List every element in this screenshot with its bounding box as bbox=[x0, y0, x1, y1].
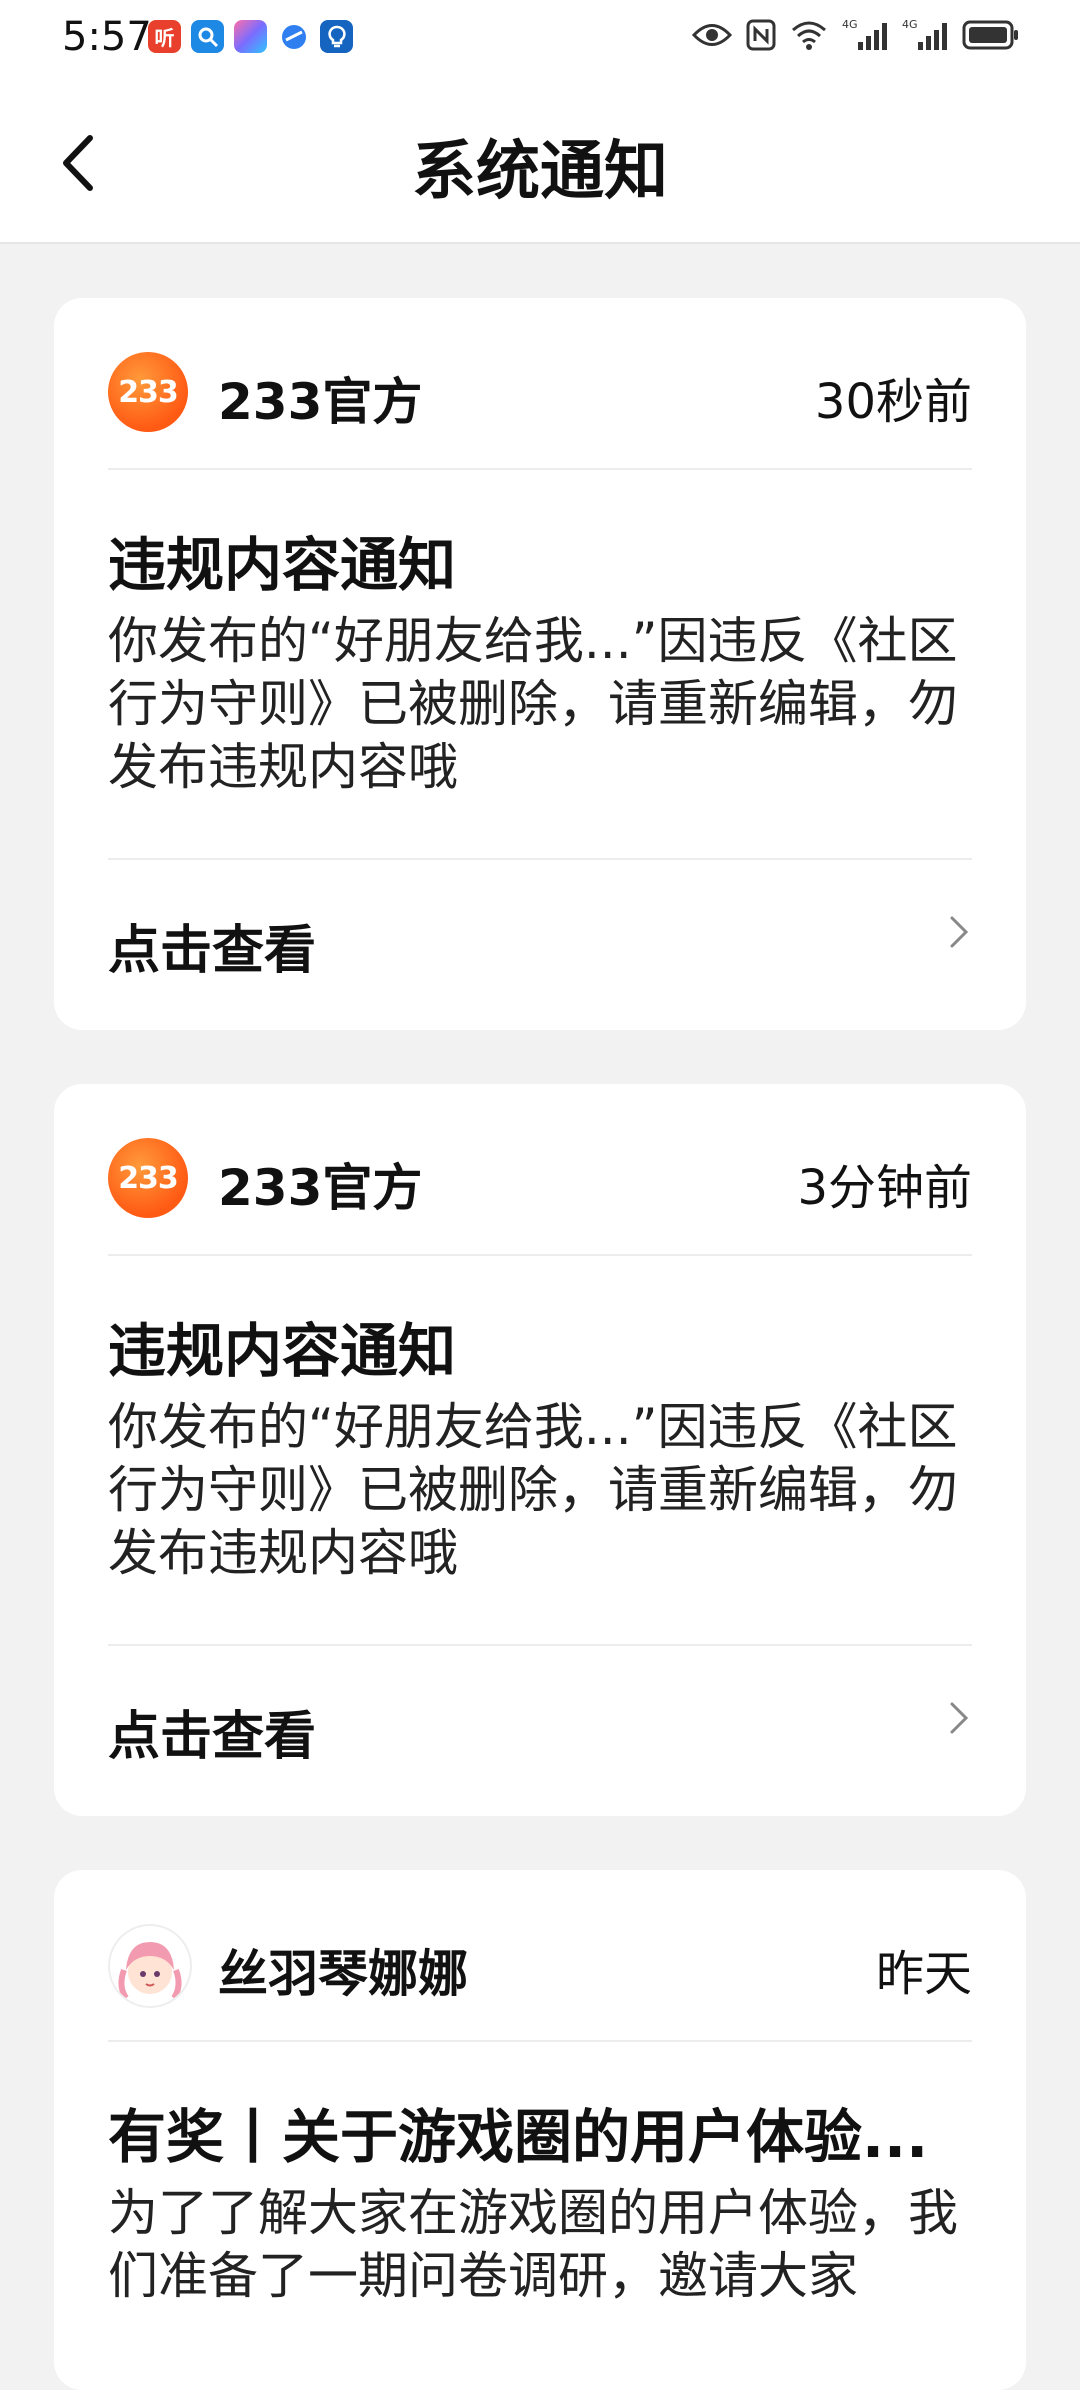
chevron-right-icon[interactable] bbox=[944, 912, 972, 952]
avatar-233-label: 233 bbox=[118, 374, 179, 410]
avatar[interactable] bbox=[108, 1924, 192, 2008]
view-details-link[interactable]: 点击查看 bbox=[108, 1694, 316, 1769]
signal-4g-icon: 4G bbox=[902, 18, 947, 50]
nfc-icon bbox=[746, 19, 776, 51]
card-header: 233 233官方 30秒前 bbox=[108, 298, 972, 470]
nav-header: 系统通知 bbox=[0, 80, 1080, 244]
sender-name[interactable]: 233官方 bbox=[218, 362, 422, 434]
card-header: 233 233官方 3分钟前 bbox=[108, 1084, 972, 1256]
chevron-right-icon[interactable] bbox=[944, 1698, 972, 1738]
divider bbox=[108, 1644, 972, 1646]
avatar-233-label: 233 bbox=[118, 1160, 179, 1196]
ting-app-icon: 听 bbox=[148, 20, 181, 53]
card-header: 丝羽琴娜娜 昨天 bbox=[108, 1870, 972, 2042]
notification-card[interactable]: 丝羽琴娜娜 昨天 有奖丨关于游戏圈的用户体验... 为了了解大家在游戏圈的用户体… bbox=[54, 1870, 1026, 2390]
timestamp: 昨天 bbox=[875, 1946, 972, 2002]
svg-text:4G: 4G bbox=[902, 18, 918, 31]
anime-avatar-icon bbox=[118, 1942, 182, 2000]
message-body: 你发布的“好朋友给我...”因违反《社区行为守则》已被删除，请重新编辑，勿发布违… bbox=[108, 612, 958, 796]
status-time: 5:57 bbox=[62, 14, 152, 60]
status-app-icons: 听 bbox=[148, 20, 353, 53]
battery-icon bbox=[962, 20, 1018, 50]
message-title: 违规内容通知 bbox=[108, 1317, 457, 1385]
message-title: 有奖丨关于游戏圈的用户体验... bbox=[108, 2103, 929, 2171]
avatar[interactable]: 233 bbox=[108, 1138, 188, 1218]
avatar[interactable]: 233 bbox=[108, 352, 188, 432]
message-body: 为了了解大家在游戏圈的用户体验，我们准备了一期问卷调研，邀请大家 bbox=[108, 2184, 958, 2305]
status-bar: 5:57 听 4G 4G bbox=[0, 0, 1080, 80]
sender-name[interactable]: 丝羽琴娜娜 bbox=[218, 1934, 468, 2006]
notification-card[interactable]: 233 233官方 30秒前 违规内容通知 你发布的“好朋友给我...”因违反《… bbox=[54, 298, 1026, 1030]
view-details-link[interactable]: 点击查看 bbox=[108, 908, 316, 983]
page-title: 系统通知 bbox=[412, 135, 668, 209]
sender-name[interactable]: 233官方 bbox=[218, 1148, 422, 1220]
message-body: 你发布的“好朋友给我...”因违反《社区行为守则》已被删除，请重新编辑，勿发布违… bbox=[108, 1398, 958, 1582]
notification-card[interactable]: 233 233官方 3分钟前 违规内容通知 你发布的“好朋友给我...”因违反《… bbox=[54, 1084, 1026, 1816]
wifi-icon bbox=[792, 21, 826, 50]
timestamp: 3分钟前 bbox=[797, 1160, 972, 1216]
timestamp: 30秒前 bbox=[814, 374, 972, 430]
browser-app-icon bbox=[277, 20, 310, 53]
message-title: 违规内容通知 bbox=[108, 531, 457, 599]
eye-icon bbox=[692, 24, 732, 46]
divider bbox=[108, 858, 972, 860]
tips-app-icon bbox=[320, 20, 353, 53]
search-app-icon bbox=[191, 20, 224, 53]
status-right: 4G 4G bbox=[692, 18, 1020, 52]
gallery-app-icon bbox=[234, 20, 267, 53]
svg-text:4G: 4G bbox=[842, 18, 858, 31]
signal-4g-icon: 4G bbox=[842, 18, 887, 50]
